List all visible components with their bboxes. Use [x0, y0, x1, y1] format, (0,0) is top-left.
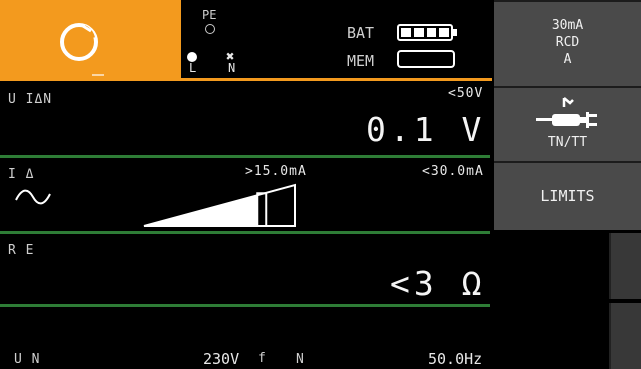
network-type-label: TN/TT — [547, 135, 588, 150]
side-button-blank[interactable] — [609, 233, 641, 299]
rcd-type-button[interactable]: 30mA RCD A — [494, 0, 641, 86]
plug-icon — [536, 97, 597, 128]
network-type-button[interactable]: TN/TT — [494, 86, 641, 161]
n-label: N — [228, 61, 236, 75]
re-label: R E — [8, 243, 35, 258]
i-delta-low: >15.0mA — [245, 164, 307, 179]
ramp-indicator — [143, 183, 296, 227]
start-button[interactable] — [0, 0, 181, 80]
row-divider — [0, 231, 490, 234]
u-idn-label: U IΔN — [8, 92, 53, 107]
u-idn-value: 0.1 V — [366, 110, 486, 149]
u-idn-limit: <50V — [448, 86, 484, 101]
re-value: <3 Ω — [390, 264, 486, 303]
ac-sine-icon — [15, 189, 51, 205]
pe-label: PE — [202, 8, 217, 22]
rcd-current: 30mA — [551, 18, 584, 33]
rotary-start-icon — [60, 23, 98, 61]
rcd-label: RCD — [555, 35, 580, 50]
frequency-f-label: f — [258, 351, 267, 366]
rcd-type: A — [563, 52, 572, 67]
pe-indicator-icon — [205, 24, 215, 34]
row-divider — [0, 155, 490, 158]
header-divider — [0, 78, 492, 81]
un-voltage: 230V — [203, 350, 240, 368]
mem-label: MEM — [347, 52, 375, 70]
bat-label: BAT — [347, 24, 375, 42]
i-delta-label: I Δ — [8, 167, 35, 182]
memory-icon — [397, 50, 455, 68]
i-delta-high: <30.0mA — [422, 164, 484, 179]
side-button-blank[interactable] — [609, 303, 641, 369]
limits-label: LIMITS — [540, 187, 595, 205]
un-frequency: 50.0Hz — [428, 350, 483, 368]
row-divider — [0, 304, 490, 307]
battery-icon — [397, 24, 457, 41]
limits-button[interactable]: LIMITS — [494, 161, 641, 230]
frequency-n-label: N — [296, 352, 305, 367]
l-label: L — [189, 61, 197, 75]
un-label: U N — [14, 352, 41, 367]
